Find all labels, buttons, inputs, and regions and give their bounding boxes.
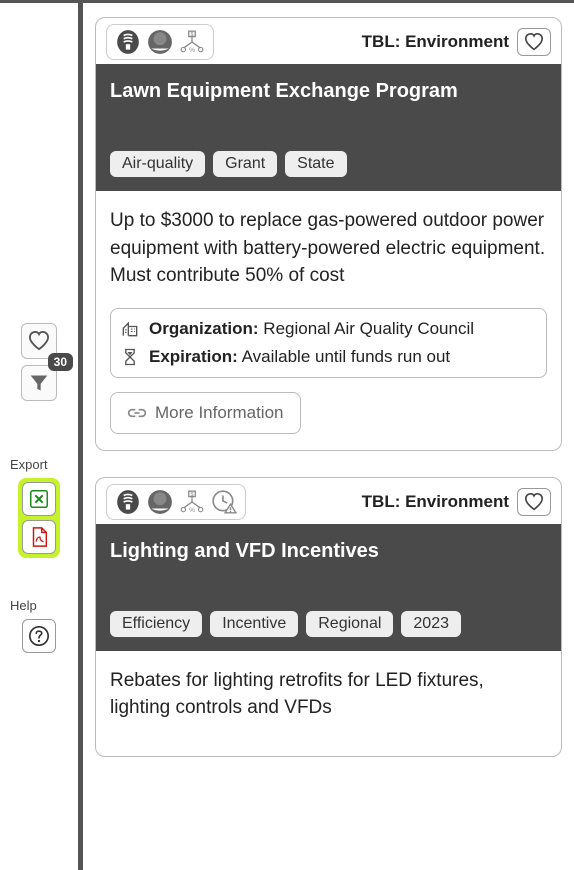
svg-text:%: % bbox=[189, 506, 195, 513]
card-description: Up to $3000 to replace gas-powered outdo… bbox=[110, 207, 547, 290]
help-button[interactable] bbox=[22, 619, 56, 653]
card-category-icons: $% bbox=[106, 24, 214, 60]
expiration-row: Expiration: Available until funds run ou… bbox=[119, 343, 538, 371]
link-icon bbox=[127, 406, 147, 420]
globe-hand-icon bbox=[145, 487, 175, 517]
more-information-label: More Information bbox=[155, 403, 284, 423]
help-section-label: Help bbox=[0, 598, 37, 613]
expiration-value: Available until funds run out bbox=[242, 347, 451, 366]
heart-icon bbox=[28, 331, 50, 351]
tag: Air-quality bbox=[110, 151, 205, 177]
heart-icon bbox=[524, 493, 544, 511]
program-card: $% TBL: Environment Lighting and bbox=[95, 477, 562, 757]
export-excel-button[interactable] bbox=[22, 482, 56, 516]
tbl-label: TBL: Environment bbox=[362, 492, 509, 512]
more-information-button[interactable]: More Information bbox=[110, 392, 301, 434]
export-group bbox=[18, 478, 60, 558]
globe-hand-icon bbox=[145, 27, 175, 57]
money-flow-icon: $% bbox=[177, 27, 207, 57]
filter-count-badge: 30 bbox=[48, 353, 73, 371]
hourglass-icon bbox=[119, 346, 141, 368]
card-description: Rebates for lighting retrofits for LED f… bbox=[110, 667, 547, 722]
export-pdf-button[interactable] bbox=[22, 520, 56, 554]
sidebar: 30 Export Hel bbox=[0, 3, 78, 870]
tag: 2023 bbox=[401, 611, 461, 637]
tag: Regional bbox=[306, 611, 393, 637]
card-favorite-button[interactable] bbox=[517, 488, 551, 516]
organization-row: Organization: Regional Air Quality Counc… bbox=[119, 315, 538, 343]
tag-row: Efficiency Incentive Regional 2023 bbox=[110, 611, 547, 637]
card-title: Lighting and VFD Incentives bbox=[110, 540, 547, 563]
pdf-icon bbox=[28, 526, 50, 548]
question-icon bbox=[28, 625, 50, 647]
bulb-icon bbox=[113, 27, 143, 57]
heart-icon bbox=[524, 33, 544, 51]
card-category-icons: $% bbox=[106, 484, 246, 520]
bulb-icon bbox=[113, 487, 143, 517]
card-info-box: Organization: Regional Air Quality Counc… bbox=[110, 308, 547, 378]
main-content: $% TBL: Environment Lawn Equipment Excha… bbox=[83, 3, 574, 870]
tbl-label: TBL: Environment bbox=[362, 32, 509, 52]
card-favorite-button[interactable] bbox=[517, 28, 551, 56]
filter-icon bbox=[29, 373, 49, 393]
export-section-label: Export bbox=[0, 457, 48, 472]
program-card: $% TBL: Environment Lawn Equipment Excha… bbox=[95, 17, 562, 451]
tag-row: Air-quality Grant State bbox=[110, 151, 547, 177]
svg-text:%: % bbox=[189, 47, 195, 54]
clock-alert-icon bbox=[209, 487, 239, 517]
building-icon bbox=[119, 318, 141, 340]
tag: Incentive bbox=[210, 611, 298, 637]
tag: Grant bbox=[213, 151, 277, 177]
tag: State bbox=[285, 151, 346, 177]
tag: Efficiency bbox=[110, 611, 202, 637]
organization-value: Regional Air Quality Council bbox=[263, 319, 474, 338]
excel-icon bbox=[28, 488, 50, 510]
card-title: Lawn Equipment Exchange Program bbox=[110, 80, 547, 103]
expiration-label: Expiration: bbox=[149, 347, 238, 366]
organization-label: Organization: bbox=[149, 319, 259, 338]
money-flow-icon: $% bbox=[177, 487, 207, 517]
